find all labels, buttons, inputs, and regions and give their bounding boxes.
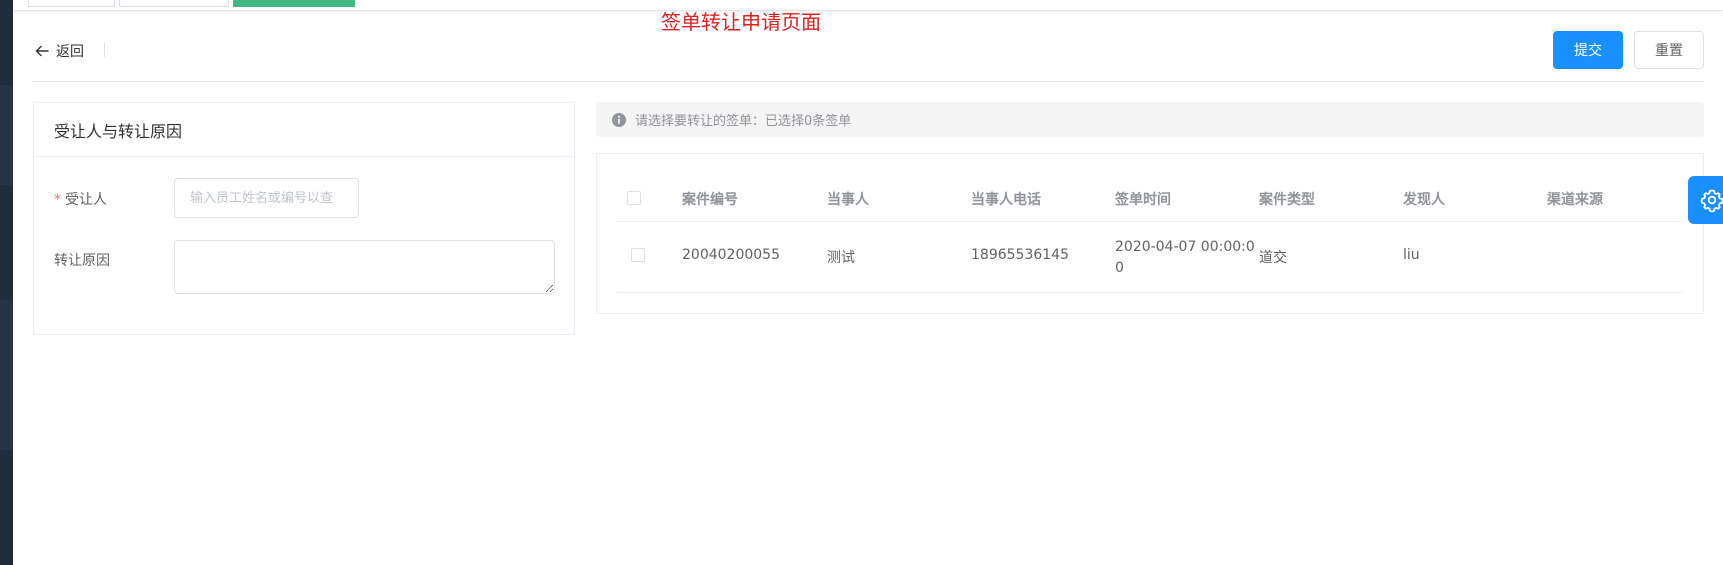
back-button[interactable]: 返回 [35,41,84,61]
assignee-card: 受让人与转让原因 *受让人 转让原因 [33,102,575,335]
main-content: 签单转让申请页面 返回 提交 重置 受让人与转让原因 *受让人 转让原因 请选择… [13,0,1723,565]
cell-time-line2: 0 [1115,260,1124,276]
tags-view-bar [13,0,1723,11]
header-separator [33,81,1703,82]
arrow-left-icon [35,45,49,57]
column-header-case-type: 案件类型 [1259,192,1315,208]
column-header-party: 当事人 [827,192,869,208]
cell-time: 2020-04-07 00:00:0 0 [1115,237,1255,279]
select-all-checkbox[interactable] [627,191,641,205]
settings-button[interactable] [1688,176,1723,224]
assignee-input[interactable] [174,178,359,218]
column-header-finder: 发现人 [1403,192,1445,208]
column-header-time: 签单时间 [1115,192,1171,208]
cell-finder: liu [1403,247,1420,263]
tag-tab-active[interactable] [233,0,355,7]
cell-case-no: 20040200055 [682,247,780,263]
reason-textarea[interactable] [174,240,555,294]
column-header-phone: 当事人电话 [971,192,1041,208]
assignee-label: * 受让人 [54,189,107,209]
required-asterisk: * [54,192,61,208]
cell-case-type: 道交 [1259,250,1287,266]
case-table-card: 案件编号 当事人 当事人电话 签单时间 案件类型 发现人 渠道来源 200402… [596,153,1704,314]
assignee-card-title: 受让人与转让原因 [34,103,574,157]
cell-party: 测试 [827,250,855,266]
back-label: 返回 [56,44,84,60]
assignee-label-text: 受让人 [65,192,107,208]
side-nav-segment [0,300,13,450]
info-icon [612,112,626,127]
header-divider [104,43,105,57]
reset-button[interactable]: 重置 [1634,31,1704,69]
selection-alert: 请选择要转让的签单：已选择0条签单 [596,102,1704,137]
reason-label: 转让原因 [54,253,110,269]
cell-time-line1: 2020-04-07 00:00:0 [1115,239,1255,255]
alert-text: 请选择要转让的签单：已选择0条签单 [635,114,852,129]
column-header-channel: 渠道来源 [1547,192,1603,208]
column-header-case-no: 案件编号 [682,192,738,208]
side-nav-segment [0,85,13,185]
cell-phone: 18965536145 [971,247,1069,263]
tag-tab[interactable] [119,0,229,7]
submit-button[interactable]: 提交 [1553,31,1623,69]
row-divider [617,292,1683,293]
side-nav-strip [0,0,13,565]
page-caption: 签单转让申请页面 [661,10,821,34]
tag-tab[interactable] [28,0,115,7]
gear-icon [1700,189,1723,212]
header-row-divider [617,221,1683,222]
row-checkbox[interactable] [631,248,645,262]
